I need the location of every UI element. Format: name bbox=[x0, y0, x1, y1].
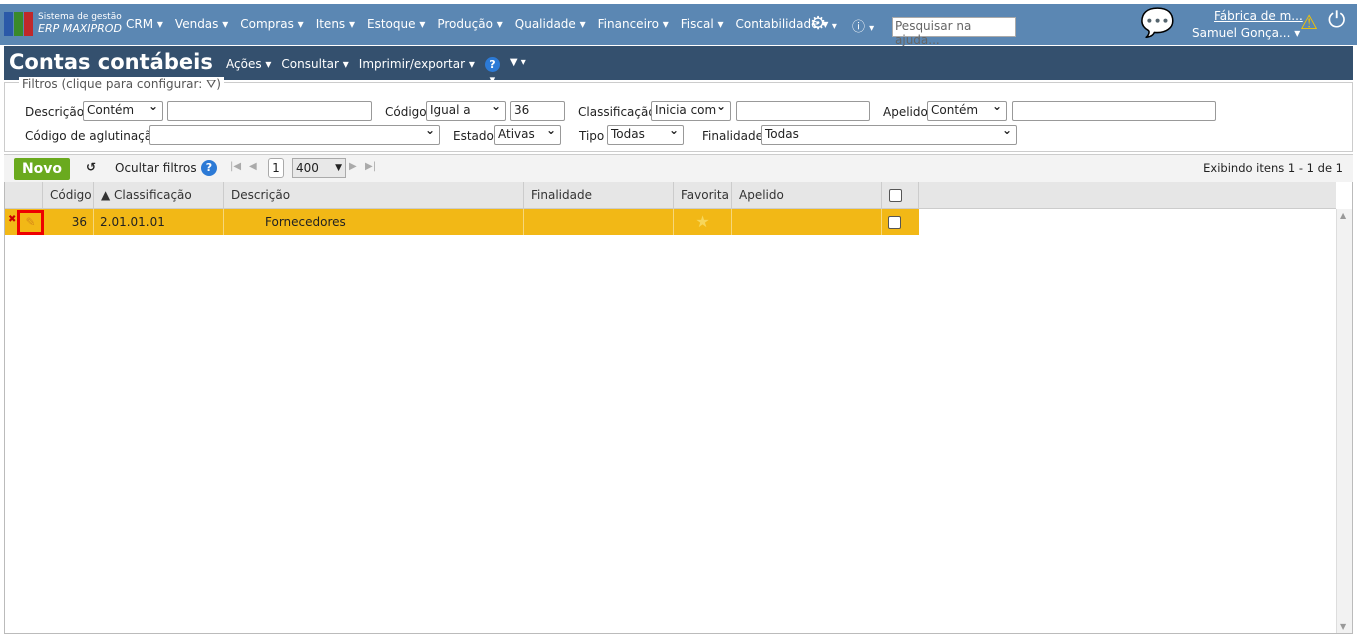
prev-page-icon[interactable]: ◀ bbox=[249, 161, 257, 172]
menu-qualidade[interactable]: Qualidade bbox=[515, 17, 586, 31]
cell-classificacao: 2.01.01.01 bbox=[94, 209, 224, 235]
scroll-down-icon[interactable]: ▼ bbox=[1340, 622, 1346, 631]
header-favorita[interactable]: Favorita bbox=[674, 182, 732, 209]
tipo-label: Tipo bbox=[579, 129, 605, 143]
header-classificacao[interactable]: ▲ Classificação bbox=[94, 182, 224, 209]
filters-legend-text: Filtros (clique para configurar: bbox=[22, 77, 203, 91]
page-size-value: 400 bbox=[296, 161, 319, 175]
grid-toolbar: Novo ↺ Ocultar filtros ? |◀ ◀ 1 400 ▼ ▶ ▶… bbox=[4, 154, 1353, 182]
brand: Sistema de gestão ERP MAXIPROD bbox=[38, 12, 122, 34]
top-bar: Sistema de gestãoERP MAXIPROD CRM Vendas… bbox=[0, 4, 1357, 47]
help-icon[interactable]: ? bbox=[484, 57, 500, 72]
favorite-star-icon[interactable]: ★ bbox=[674, 209, 732, 235]
menu-acoes[interactable]: Ações bbox=[226, 57, 271, 72]
classificacao-input[interactable] bbox=[736, 101, 870, 121]
menu-producao[interactable]: Produção bbox=[437, 17, 502, 31]
cell-select[interactable] bbox=[882, 209, 919, 235]
menu-consultar[interactable]: Consultar bbox=[281, 57, 348, 72]
warning-icon[interactable]: ⚠ bbox=[1300, 10, 1318, 34]
select-all-checkbox[interactable] bbox=[889, 189, 902, 202]
logo bbox=[4, 12, 34, 36]
menu-fiscal[interactable]: Fiscal bbox=[681, 17, 724, 31]
chat-icon[interactable]: 💬 bbox=[1140, 6, 1175, 39]
edit-pencil-icon[interactable]: ✎ bbox=[17, 210, 44, 235]
filters-panel: Filtros (clique para configurar: ⛛) Desc… bbox=[4, 77, 1353, 152]
aglutinacao-select[interactable] bbox=[149, 123, 440, 145]
aglutinacao-label: Código de aglutinação bbox=[25, 129, 160, 143]
header-classificacao-label: Classificação bbox=[114, 188, 192, 202]
finalidade-label: Finalidade bbox=[702, 129, 763, 143]
first-page-icon[interactable]: |◀ bbox=[230, 161, 241, 172]
filters-legend[interactable]: Filtros (clique para configurar: ⛛) bbox=[19, 77, 224, 92]
classificacao-operator-select[interactable]: Inicia com bbox=[651, 99, 731, 121]
menu-estoque[interactable]: Estoque bbox=[367, 17, 425, 31]
header-codigo[interactable]: Código bbox=[43, 182, 94, 209]
brand-line1: Sistema de gestão bbox=[38, 12, 122, 22]
items-status: Exibindo itens 1 - 1 de 1 bbox=[1203, 161, 1343, 175]
header-select-all[interactable] bbox=[882, 182, 919, 209]
descricao-label: Descrição bbox=[25, 105, 85, 119]
header-apelido[interactable]: Apelido bbox=[732, 182, 882, 209]
estado-select[interactable]: Ativas bbox=[494, 123, 561, 145]
novo-button[interactable]: Novo bbox=[14, 158, 70, 180]
estado-label: Estado bbox=[453, 129, 494, 143]
menu-financeiro[interactable]: Financeiro bbox=[598, 17, 669, 31]
cell-apelido bbox=[732, 209, 882, 235]
next-page-icon[interactable]: ▶ bbox=[349, 161, 357, 172]
menu-imprimir-exportar[interactable]: Imprimir/exportar bbox=[359, 57, 475, 72]
cell-descricao: Fornecedores bbox=[224, 209, 524, 235]
delete-icon[interactable]: ✖ bbox=[8, 214, 16, 225]
menu-compras[interactable]: Compras bbox=[240, 17, 303, 31]
table-row[interactable]: ✖ ✎ 36 2.01.01.01 Fornecedores ★ bbox=[5, 209, 919, 235]
page-header: Contas contábeis Ações Consultar Imprimi… bbox=[4, 46, 1353, 80]
header-finalidade[interactable]: Finalidade bbox=[524, 182, 674, 209]
company-link[interactable]: Fábrica de m... bbox=[1214, 9, 1303, 23]
accounts-grid: Código ▲ Classificação Descrição Finalid… bbox=[4, 182, 1353, 634]
codigo-operator-select[interactable]: Igual a bbox=[426, 99, 506, 121]
power-icon[interactable]: ⏻ bbox=[1328, 8, 1345, 33]
page-input[interactable]: 1 bbox=[268, 158, 284, 178]
row-checkbox[interactable] bbox=[888, 216, 901, 229]
filter-icon[interactable]: ⛛ bbox=[206, 77, 216, 91]
ocultar-filtros-button[interactable]: Ocultar filtros bbox=[115, 161, 197, 175]
apelido-label: Apelido bbox=[883, 105, 928, 119]
help-search-input[interactable]: Pesquisar na ajuda... bbox=[892, 17, 1016, 47]
menu-vendas[interactable]: Vendas bbox=[175, 17, 228, 31]
menu-itens[interactable]: Itens bbox=[316, 17, 355, 31]
main-menu: CRM Vendas Compras Itens Estoque Produçã… bbox=[126, 17, 828, 31]
help-dropdown-icon[interactable]: ▼ bbox=[510, 57, 526, 72]
classificacao-label: Classificação bbox=[578, 105, 656, 119]
cell-codigo: 36 bbox=[43, 209, 94, 235]
codigo-input[interactable]: 36 bbox=[510, 101, 565, 121]
apelido-input[interactable] bbox=[1012, 101, 1216, 121]
descricao-operator-select[interactable]: Contém bbox=[83, 99, 163, 121]
header-actions bbox=[5, 182, 43, 209]
vertical-scrollbar[interactable]: ▲ ▼ bbox=[1336, 209, 1352, 633]
scroll-up-icon[interactable]: ▲ bbox=[1340, 211, 1346, 220]
menu-crm[interactable]: CRM bbox=[126, 17, 163, 31]
cell-finalidade bbox=[524, 209, 674, 235]
codigo-label: Código bbox=[385, 105, 427, 119]
last-page-icon[interactable]: ▶| bbox=[365, 161, 376, 172]
user-menu[interactable]: Samuel Gonça... ▾ bbox=[1192, 26, 1300, 40]
help-icon[interactable]: ? bbox=[201, 160, 217, 176]
page-size-select[interactable]: 400 ▼ bbox=[292, 158, 346, 178]
user-name: Samuel Gonça... bbox=[1192, 26, 1291, 40]
apelido-operator-select[interactable]: Contém bbox=[927, 99, 1007, 121]
finalidade-select[interactable]: Todas bbox=[761, 123, 1017, 145]
gear-icon[interactable]: ⚙ ▾ bbox=[810, 13, 837, 34]
brand-line2: ERP MAXIPROD bbox=[38, 22, 122, 35]
grid-header: Código ▲ Classificação Descrição Finalid… bbox=[5, 182, 1336, 209]
refresh-icon[interactable]: ↺ bbox=[86, 160, 96, 174]
tipo-select[interactable]: Todas bbox=[607, 123, 684, 145]
page-title: Contas contábeis bbox=[9, 50, 213, 74]
descricao-input[interactable] bbox=[167, 101, 372, 121]
help-menu-icon[interactable]: ⓘ ▾ bbox=[852, 16, 874, 35]
header-descricao[interactable]: Descrição bbox=[224, 182, 524, 209]
